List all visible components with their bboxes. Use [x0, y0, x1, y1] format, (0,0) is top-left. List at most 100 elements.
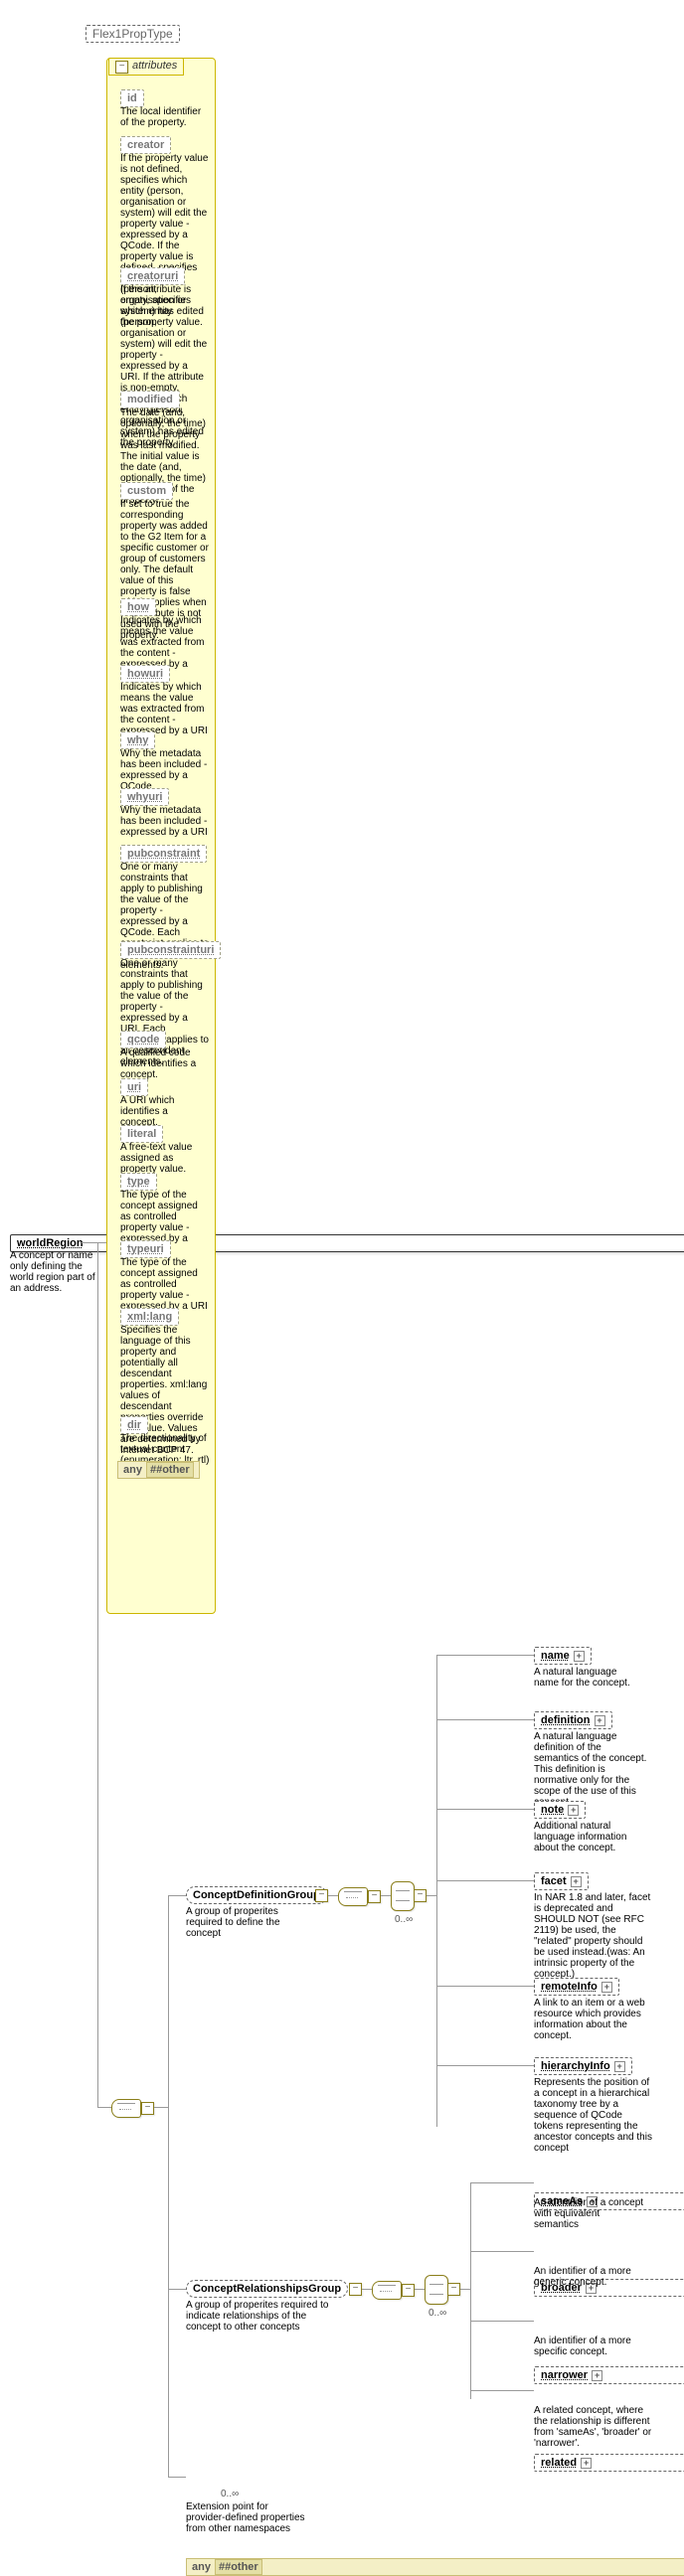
expand-icon[interactable]: + [592, 2370, 602, 2381]
element-label: narrower [541, 2369, 588, 2381]
group-concept-relationships-expand[interactable]: − [349, 2283, 362, 2296]
element-label: hierarchyInfo [541, 2060, 610, 2072]
group-concept-definition[interactable]: ConceptDefinitionGroup [186, 1886, 327, 1904]
element-facet[interactable]: facet+ [534, 1872, 589, 1890]
connector [436, 1655, 534, 1656]
connector [97, 2107, 111, 2108]
connector [154, 2107, 168, 2108]
sequence-main[interactable] [111, 2099, 141, 2118]
attr-custom[interactable]: custom [120, 482, 173, 500]
connector [168, 1895, 186, 1896]
element-label: worldRegion [17, 1237, 84, 1249]
expand-icon[interactable]: + [595, 1715, 605, 1726]
attr-label: qcode [127, 1034, 159, 1046]
attr-label: whyuri [127, 791, 162, 803]
attr-how[interactable]: how [120, 598, 156, 616]
choice-cdg-expand[interactable]: − [414, 1889, 427, 1902]
desc-attr-howuri: Indicates by which means the value was e… [120, 682, 208, 736]
desc-remoteinfo: A link to an item or a web resource whic… [534, 1998, 648, 2041]
attr-creator[interactable]: creator [120, 136, 171, 154]
expand-icon[interactable]: + [574, 1651, 585, 1662]
attr-label: creator [127, 139, 164, 151]
attr-label: custom [127, 485, 166, 497]
connector [436, 1719, 534, 1720]
expand-icon[interactable]: + [601, 1982, 612, 1993]
element-name[interactable]: name + [534, 1647, 592, 1665]
sequence-crg-expand[interactable]: − [402, 2284, 415, 2297]
connector [168, 2289, 186, 2290]
attr-howuri[interactable]: howuri [120, 665, 170, 683]
desc-note: Additional natural language information … [534, 1821, 641, 1853]
desc-name: A natural language name for the concept. [534, 1667, 641, 1689]
attr-label: how [127, 601, 149, 613]
attr-creatoruri[interactable]: creatoruri [120, 267, 185, 285]
expand-icon[interactable]: + [571, 1876, 582, 1887]
sequence-crg[interactable] [372, 2281, 402, 2300]
element-remoteinfo[interactable]: remoteInfo+ [534, 1978, 619, 1996]
attr-literal[interactable]: literal [120, 1125, 163, 1143]
element-related[interactable]: related + [534, 2454, 684, 2472]
desc-hierarchyinfo: Represents the position of a concept in … [534, 2077, 653, 2154]
element-label: definition [541, 1714, 591, 1726]
attr-pubconstraint[interactable]: pubconstraint [120, 845, 207, 863]
desc-attr-uri: A URI which identifies a concept. [120, 1095, 208, 1128]
desc-world-region: A concept or name only defining the worl… [10, 1250, 101, 1294]
group-concept-relationships[interactable]: ConceptRelationshipsGroup [186, 2280, 348, 2298]
attr-qcode[interactable]: qcode [120, 1031, 166, 1048]
connector [470, 2321, 534, 2322]
attr-label: pubconstraint [127, 848, 200, 860]
desc-facet: In NAR 1.8 and later, facet is deprecate… [534, 1892, 651, 1980]
element-label: name [541, 1650, 570, 1662]
attr-modified[interactable]: modified [120, 391, 180, 408]
element-narrower[interactable]: narrower + [534, 2366, 684, 2384]
attr-any-other: any##other [117, 1461, 200, 1479]
choice-crg-expand[interactable]: − [447, 2283, 460, 2296]
element-definition[interactable]: definition + [534, 1711, 612, 1729]
expand-icon[interactable]: + [614, 2061, 625, 2072]
attr-label: xml:lang [127, 1311, 172, 1323]
sequence-main-expand[interactable]: − [141, 2102, 154, 2115]
desc-narrower: An identifier of a more specific concept… [534, 2335, 645, 2357]
connector [436, 2065, 534, 2066]
attr-pubconstrainturi[interactable]: pubconstrainturi [120, 941, 221, 959]
any-label: any [123, 1464, 142, 1476]
connector [470, 2251, 534, 2252]
expand-icon[interactable]: + [568, 1805, 579, 1816]
attr-label: typeuri [127, 1243, 164, 1255]
element-hierarchyinfo[interactable]: hierarchyInfo + [534, 2057, 632, 2075]
connector [436, 1655, 437, 2127]
connector [470, 2390, 534, 2391]
attr-type[interactable]: type [120, 1173, 157, 1191]
attr-uri[interactable]: uri [120, 1078, 148, 1096]
sequence-cdg-expand[interactable]: − [368, 1890, 381, 1903]
desc-any-other: Extension point for provider-defined pro… [186, 2501, 305, 2534]
type-title: Flex1PropType [86, 25, 180, 43]
attributes-tab: −attributes [108, 58, 184, 76]
group-concept-definition-expand[interactable]: − [315, 1889, 328, 1902]
connector [97, 1242, 98, 2107]
attr-id[interactable]: id [120, 89, 144, 107]
attr-label: modified [127, 394, 173, 405]
connector [168, 2477, 186, 2478]
any-other-element: any##other [186, 2558, 684, 2576]
element-label: related [541, 2457, 577, 2469]
attributes-toggle[interactable]: − [115, 61, 128, 74]
attr-label: id [127, 92, 137, 104]
desc-sameas: An identifier of a concept with equivale… [534, 2197, 645, 2230]
attr-xmllang[interactable]: xml:lang [120, 1308, 179, 1326]
sequence-cdg[interactable] [338, 1887, 368, 1906]
desc-related: A related concept, where the relationshi… [534, 2405, 653, 2449]
attr-typeuri[interactable]: typeuri [120, 1240, 171, 1258]
choice-crg[interactable] [425, 2275, 448, 2305]
attr-dir[interactable]: dir [120, 1416, 148, 1434]
attr-why[interactable]: why [120, 731, 155, 749]
desc-attr-whyuri: Why the metadata has been included - exp… [120, 805, 208, 838]
desc-broader: An identifier of a more generic concept. [534, 2266, 645, 2288]
desc-attr-typeuri: The type of the concept assigned as cont… [120, 1257, 208, 1312]
expand-icon[interactable]: + [581, 2458, 592, 2469]
choice-cdg[interactable] [391, 1881, 415, 1911]
element-note[interactable]: note+ [534, 1801, 586, 1819]
connector [427, 1895, 436, 1896]
attr-whyuri[interactable]: whyuri [120, 788, 169, 806]
desc-group-concept-definition: A group of properites required to define… [186, 1906, 303, 1939]
